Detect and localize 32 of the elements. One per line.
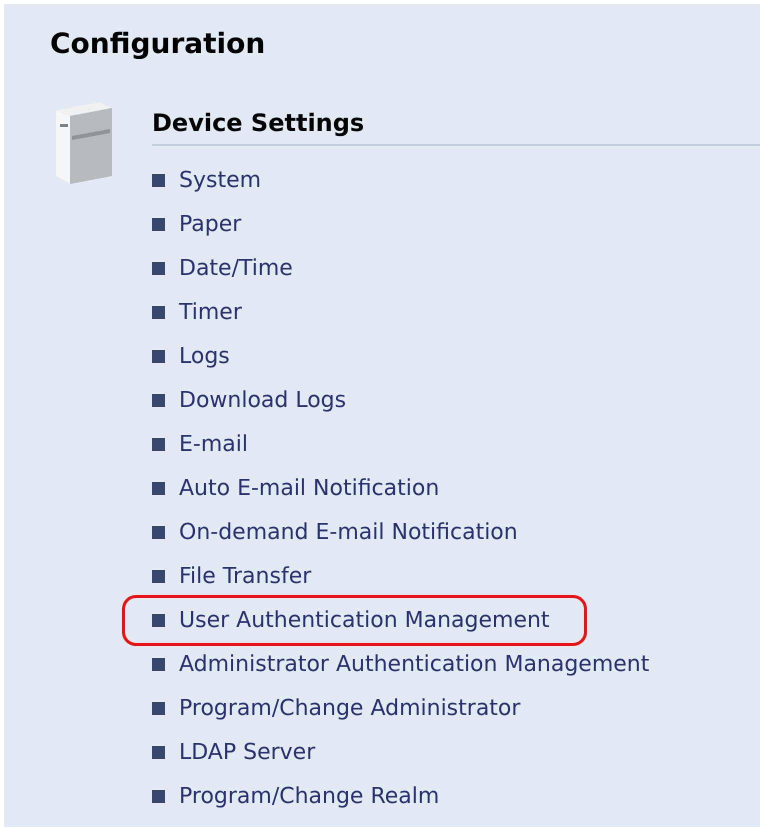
settings-link[interactable]: Auto E-mail Notification	[152, 472, 440, 504]
square-bullet-icon	[152, 790, 165, 802]
settings-link[interactable]: On-demand E-mail Notification	[152, 516, 518, 548]
section-title: Device Settings	[152, 108, 760, 146]
square-bullet-icon	[152, 746, 165, 758]
settings-link[interactable]: Administrator Authentication Management	[152, 648, 650, 680]
settings-link[interactable]: Download Logs	[152, 384, 346, 416]
square-bullet-icon	[152, 482, 165, 494]
settings-link[interactable]: User Authentication Management	[122, 594, 587, 646]
page-title: Configuration	[50, 26, 266, 62]
square-bullet-icon	[152, 570, 165, 582]
settings-link[interactable]: File Transfer	[152, 560, 312, 592]
settings-link[interactable]: System	[152, 164, 262, 196]
settings-link[interactable]: E-mail	[152, 428, 248, 460]
square-bullet-icon	[152, 174, 165, 186]
settings-link[interactable]: LDAP Server	[152, 736, 316, 768]
settings-link[interactable]: Timer	[152, 296, 242, 328]
settings-link[interactable]: Program/Change Realm	[152, 780, 440, 812]
settings-link[interactable]: Logs	[152, 340, 230, 372]
square-bullet-icon	[152, 394, 165, 406]
square-bullet-icon	[152, 526, 165, 538]
square-bullet-icon	[152, 702, 165, 714]
square-bullet-icon	[152, 218, 165, 230]
square-bullet-icon	[152, 438, 165, 450]
square-bullet-icon	[152, 614, 165, 626]
square-bullet-icon	[152, 350, 165, 362]
settings-link[interactable]: Date/Time	[152, 252, 293, 284]
square-bullet-icon	[152, 262, 165, 274]
settings-link[interactable]: Program/Change Administrator	[152, 692, 520, 724]
square-bullet-icon	[152, 306, 165, 318]
settings-link[interactable]: Paper	[152, 208, 242, 240]
square-bullet-icon	[152, 658, 165, 670]
